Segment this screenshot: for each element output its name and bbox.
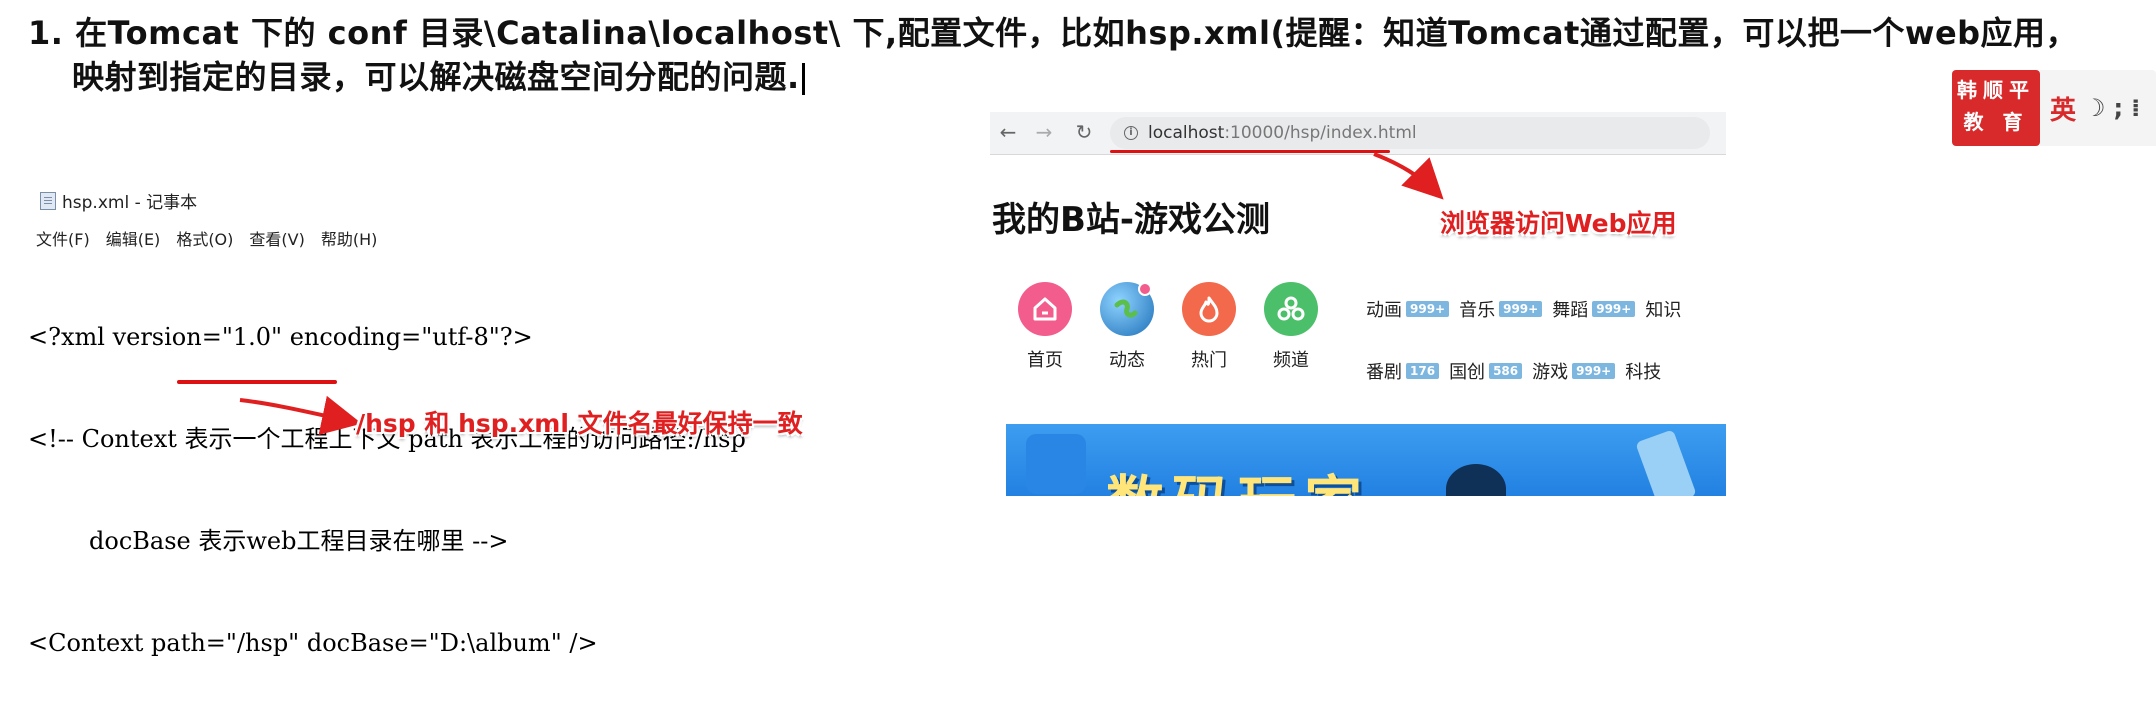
banner-title: 数码玩家 (1106, 456, 1370, 496)
code-line-xml-decl: <?xml version="1.0" encoding="utf-8"?> (28, 323, 533, 351)
category-item[interactable]: 游戏 999+ (1532, 358, 1616, 384)
category-item[interactable]: 音乐 999+ (1459, 296, 1543, 322)
nav-dynamic-label: 动态 (1109, 350, 1145, 371)
nav-channel-label: 频道 (1273, 350, 1309, 371)
ime-language-label[interactable]: 英 (2050, 90, 2076, 127)
browser-window: ← → ↻ i localhost:10000/hsp/index.html 我… (990, 112, 1726, 496)
site-title: 我的B站-游戏公测 (992, 200, 1271, 240)
channel-icon[interactable] (1264, 282, 1318, 336)
notepad-titlebar: hsp.xml - 记事本 (40, 188, 197, 213)
url-underline-marker (1110, 150, 1390, 153)
notepad-menu-bar: 文件(F) 编辑(E) 格式(O) 查看(V) 帮助(H) (36, 226, 377, 250)
punctuation-icon[interactable]: ; (2114, 94, 2124, 122)
banner-decoration (1026, 434, 1086, 494)
browser-annotation: 浏览器访问Web应用 (1440, 209, 1677, 238)
category-count: 999+ (1592, 301, 1636, 317)
info-icon[interactable]: i (1124, 126, 1138, 140)
menu-edit[interactable]: 编辑(E) (106, 226, 161, 250)
back-arrow-icon[interactable]: ← (996, 120, 1020, 144)
category-row-2: 番剧 176 国创 586 游戏 999+ 科技 (1366, 358, 1661, 384)
category-count: 999+ (1499, 301, 1543, 317)
notepad-window: hsp.xml - 记事本 文件(F) 编辑(E) 格式(O) 查看(V) 帮助… (28, 180, 988, 657)
instruction-line-2-text: 映射到指定的目录，可以解决磁盘空间分配的问题. (72, 58, 800, 96)
nav-dynamic[interactable]: 动态 (1096, 282, 1158, 372)
notification-dot (1138, 282, 1152, 296)
url-path: :10000/hsp/index.html (1224, 123, 1417, 143)
browser-arrow-icon (1373, 152, 1444, 200)
category-row-1: 动画 999+ 音乐 999+ 舞蹈 999+ 知识 (1366, 296, 1681, 322)
notepad-file-icon (40, 191, 56, 210)
category-count: 999+ (1406, 301, 1450, 317)
nav-home-label: 首页 (1027, 350, 1063, 371)
category-name[interactable]: 音乐 (1459, 296, 1495, 322)
category-name[interactable]: 动画 (1366, 296, 1402, 322)
category-count: 586 (1489, 363, 1523, 379)
category-item[interactable]: 知识 (1645, 296, 1681, 322)
category-count: 999+ (1572, 363, 1616, 379)
category-name[interactable]: 知识 (1645, 296, 1681, 322)
brand-logo: 韩顺平 教 育 (1952, 70, 2040, 146)
category-item[interactable]: 国创 586 (1449, 358, 1523, 384)
instruction-line-1: 1. 在Tomcat 下的 conf 目录\Catalina\localhost… (28, 14, 2079, 52)
banner-character (1446, 464, 1506, 496)
category-item[interactable]: 番剧 176 (1366, 358, 1440, 384)
fire-icon[interactable] (1182, 282, 1236, 336)
promo-banner[interactable]: 数码玩家 (1006, 424, 1726, 496)
nav-channel[interactable]: 频道 (1260, 282, 1322, 372)
category-name[interactable]: 国创 (1449, 358, 1485, 384)
category-item[interactable]: 科技 (1625, 358, 1661, 384)
text-cursor (801, 63, 805, 95)
url-text[interactable]: localhost:10000/hsp/index.html (1148, 123, 1417, 143)
path-annotation: /hsp 和 hsp.xml 文件名最好保持一致 (356, 409, 803, 438)
ime-toolbar[interactable]: 英 ☽ ; ⁞ (2040, 70, 2156, 146)
banner-decoration (1635, 429, 1697, 496)
brand-line-2: 教 育 (1963, 110, 2029, 134)
moon-icon[interactable]: ☽ (2084, 94, 2106, 122)
brand-line-1: 韩顺平 (1957, 78, 2035, 102)
nav-hot-label: 热门 (1191, 350, 1227, 371)
notepad-title: hsp.xml - 记事本 (62, 193, 198, 213)
nav-home[interactable]: 首页 (1014, 282, 1076, 372)
reload-icon[interactable]: ↻ (1072, 120, 1096, 144)
notepad-text-area[interactable]: <?xml version="1.0" encoding="utf-8"?> <… (28, 252, 746, 728)
browser-toolbar: ← → ↻ i localhost:10000/hsp/index.html (990, 112, 1726, 155)
nav-hot[interactable]: 热门 (1178, 282, 1240, 372)
home-icon[interactable] (1018, 282, 1072, 336)
url-host: localhost (1148, 123, 1225, 143)
path-arrow-icon (239, 395, 362, 435)
category-item[interactable]: 舞蹈 999+ (1552, 296, 1636, 322)
code-line-comment-2: docBase 表示web工程目录在哪里 --> (28, 527, 509, 555)
category-name[interactable]: 游戏 (1532, 358, 1568, 384)
path-underline-marker (177, 380, 337, 384)
code-line-context: <Context path="/hsp" docBase="D:\album" … (28, 629, 598, 657)
address-bar[interactable]: i localhost:10000/hsp/index.html (1110, 117, 1710, 149)
menu-format[interactable]: 格式(O) (176, 226, 233, 250)
menu-view[interactable]: 查看(V) (249, 226, 304, 250)
category-name[interactable]: 科技 (1625, 358, 1661, 384)
menu-file[interactable]: 文件(F) (36, 226, 90, 250)
toolbar-more-icon[interactable]: ⁞ (2131, 94, 2140, 122)
instruction-line-2: 映射到指定的目录，可以解决磁盘空间分配的问题. (72, 52, 805, 98)
category-item[interactable]: 动画 999+ (1366, 296, 1450, 322)
forward-arrow-icon[interactable]: → (1032, 120, 1056, 144)
category-name[interactable]: 舞蹈 (1552, 296, 1588, 322)
globe-icon[interactable] (1100, 282, 1154, 336)
category-name[interactable]: 番剧 (1366, 358, 1402, 384)
menu-help[interactable]: 帮助(H) (321, 226, 378, 250)
category-count: 176 (1406, 363, 1440, 379)
